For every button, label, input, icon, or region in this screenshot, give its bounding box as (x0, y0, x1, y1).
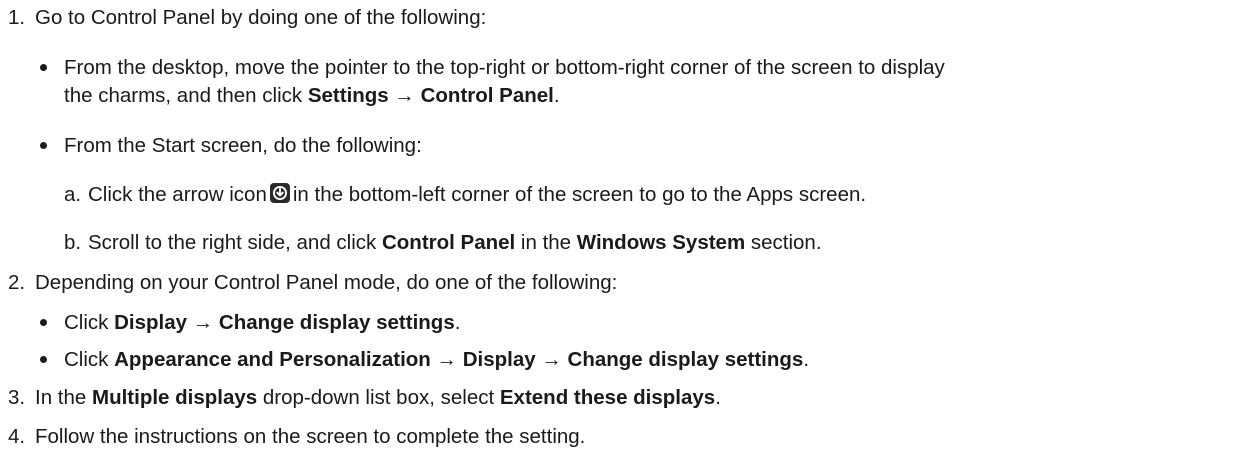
bold-ui-path: Control Panel (381, 231, 516, 254)
bold-ui-path: Windows System (576, 231, 746, 254)
bullet-marker (40, 319, 47, 326)
bullet-text: Click Display → Change display settings. (64, 311, 461, 334)
step-text: Follow the instructions on the screen to… (35, 425, 586, 448)
instructions-document: 1. Go to Control Panel by doing one of t… (0, 0, 1257, 468)
bullet-text: From the Start screen, do the following: (64, 134, 422, 157)
bullet-marker (40, 142, 47, 149)
bold-ui-path: Settings → Control Panel (307, 84, 554, 107)
bullet-text: From the desktop, move the pointer to th… (64, 56, 945, 79)
step-number: 3. (8, 386, 26, 409)
down-arrow-circle-icon (269, 183, 290, 203)
substep-letter: b. (64, 231, 82, 254)
step-text: Go to Control Panel by doing one of the … (35, 6, 487, 29)
bold-ui-path: Display → Change display settings (114, 311, 455, 334)
bold-ui-path: Multiple displays (92, 386, 258, 409)
bullet-text: the charms, and then click Settings → Co… (64, 84, 560, 107)
bold-ui-path: Extend these displays (499, 386, 716, 409)
step-text: In the Multiple displays drop-down list … (35, 386, 721, 409)
bold-ui-path: Appearance and Personalization → Display… (114, 348, 804, 371)
bullet-marker (40, 356, 47, 363)
substep-text: Click the arrow icon in the bottom-left c… (88, 183, 867, 206)
step-number: 2. (8, 271, 26, 294)
bullet-marker (40, 64, 47, 71)
bullet-text: Click Appearance and Personalization → D… (64, 348, 810, 371)
step-number: 4. (8, 425, 26, 448)
substep-letter: a. (64, 183, 82, 206)
substep-text: Scroll to the right side, and click Cont… (88, 231, 822, 254)
step-text: Depending on your Control Panel mode, do… (35, 271, 618, 294)
step-number: 1. (8, 6, 26, 29)
